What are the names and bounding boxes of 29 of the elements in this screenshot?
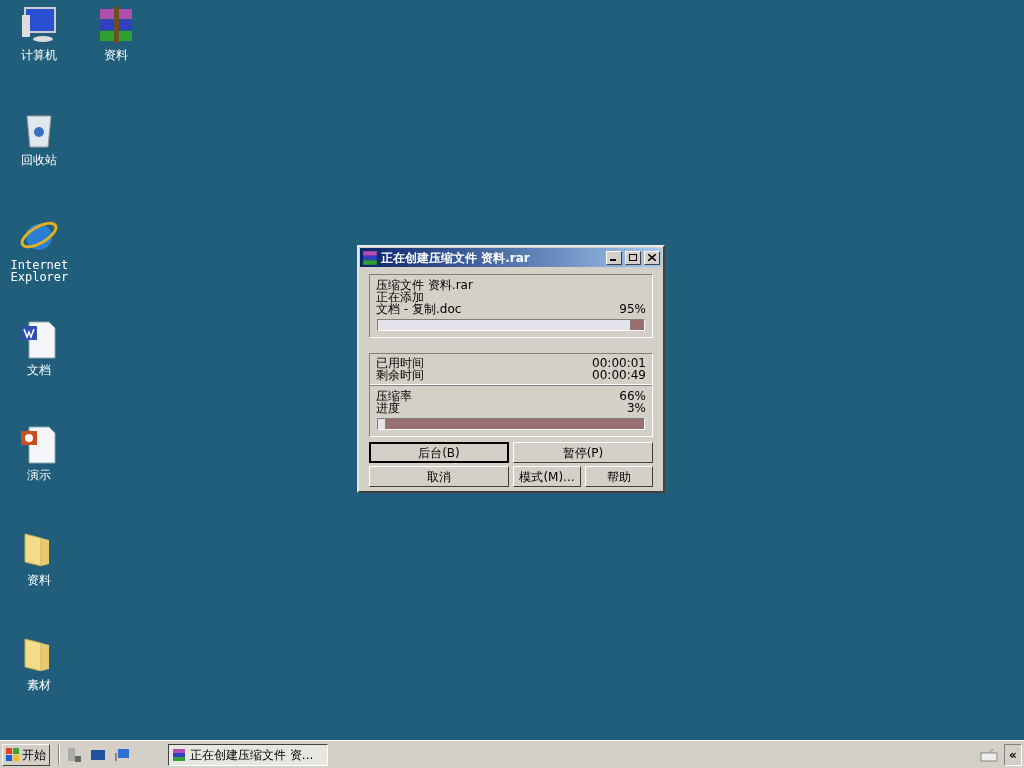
desktop-icon-label[interactable]: 资料 — [26, 574, 51, 586]
desktop-icon-label[interactable]: 回收站 — [20, 154, 57, 166]
remaining-time: 00:00:49 — [592, 369, 646, 381]
file-name: 文档 - 复制.doc — [376, 303, 462, 315]
archive-name: 压缩文件 资料.rar — [376, 279, 474, 291]
desktop-icon-label[interactable]: 素材 — [26, 679, 51, 691]
remaining-label: 剩余时间 — [376, 369, 424, 381]
window-title: 正在创建压缩文件 资料.rar — [381, 251, 531, 264]
file-percent: 95% — [619, 303, 646, 315]
dialog-button[interactable]: 帮助 — [585, 466, 653, 487]
desktop-icon-label[interactable]: 计算机 — [20, 49, 57, 61]
desktop-icon-label[interactable]: 演示 — [26, 469, 51, 481]
dialog-button[interactable]: 后台(B) — [369, 442, 509, 463]
dialog-button[interactable]: 暂停(P) — [513, 442, 653, 463]
progress-label: 进度 — [376, 402, 400, 414]
tray-expand-button[interactable]: « — [1004, 743, 1022, 766]
elapsed-label: 已用时间 — [376, 357, 424, 369]
start-button[interactable]: 开始 — [2, 743, 50, 766]
ratio-value: 66% — [619, 390, 646, 402]
ratio-label: 压缩率 — [376, 390, 412, 402]
taskbar-task[interactable]: 正在创建压缩文件 资... — [168, 743, 328, 766]
dialog-button[interactable]: 取消 — [369, 466, 509, 487]
desktop-icon-label[interactable]: 文档 — [26, 364, 51, 376]
progress-value: 3% — [626, 402, 646, 414]
desktop-icon-label[interactable]: 资料 — [103, 49, 128, 61]
dialog-button[interactable]: 模式(M)... — [513, 466, 581, 487]
action-text: 正在添加 — [376, 291, 424, 303]
elapsed-time: 00:00:01 — [592, 357, 646, 369]
desktop-icon-label[interactable]: Internet Explorer — [10, 259, 67, 283]
